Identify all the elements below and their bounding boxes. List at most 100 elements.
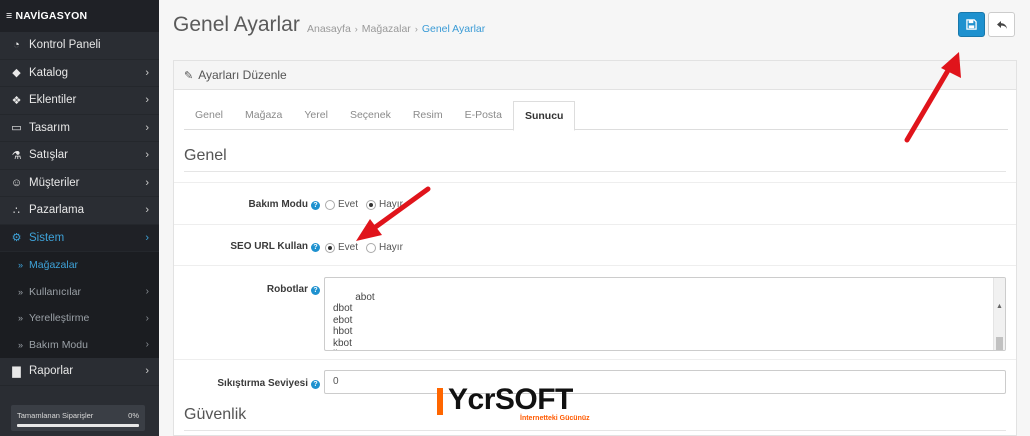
- help-icon[interactable]: ?: [311, 380, 320, 389]
- sidebar-subitem-users[interactable]: » Kullanıcılar ›: [0, 279, 159, 306]
- seo-yes-radio[interactable]: [325, 242, 335, 253]
- pencil-icon: ✎: [184, 69, 194, 82]
- sidebar-item-reports[interactable]: ▇ Raporlar ›: [0, 358, 159, 386]
- panel-heading-label: Ayarları Düzenle: [198, 68, 287, 82]
- tag-icon: ◆: [12, 67, 21, 80]
- sidebar-item-label: Müşteriler: [29, 176, 80, 189]
- user-icon: ☺: [10, 176, 23, 189]
- help-icon[interactable]: ?: [311, 286, 320, 295]
- sidebar-item-label: Pazarlama: [29, 204, 84, 217]
- sidebar: ≡ NAVİGASYON ◔ Kontrol Paneli ◆ Katalog …: [0, 0, 159, 436]
- scroll-thumb[interactable]: [996, 337, 1003, 350]
- chevron-right-icon: ›: [145, 121, 149, 134]
- page-header: Genel Ayarlar Anasayfa › Mağazalar › Genel A…: [159, 0, 1030, 52]
- compression-label: Sıkıştırma Seviyesi?: [174, 378, 320, 389]
- sidebar-item-extensions[interactable]: ❖ Eklentiler ›: [0, 87, 159, 115]
- sidebar-submenu-system: » Mağazalar » Kullanıcılar › » Yerelleşt…: [0, 252, 159, 358]
- chevron-right-icon: ›: [145, 339, 149, 351]
- reply-arrow-icon: [996, 20, 1007, 29]
- maintenance-mode-label: Bakım Modu?: [174, 199, 320, 210]
- help-icon[interactable]: ?: [311, 201, 320, 210]
- sidebar-item-design[interactable]: ▭ Tasarım ›: [0, 115, 159, 142]
- breadcrumb-home[interactable]: Anasayfa: [307, 23, 351, 35]
- sidebar-item-label: Kontrol Paneli: [29, 39, 101, 52]
- main-content: Genel Ayarlar Anasayfa › Mağazalar › Genel A…: [159, 0, 1030, 436]
- orders-progress: Tamamlanan Siparişler 0%: [11, 405, 145, 431]
- radio-label: Hayır: [379, 242, 403, 253]
- double-chevron-icon: »: [18, 286, 24, 297]
- breadcrumb-separator: ›: [354, 24, 358, 34]
- sidebar-subitem-stores[interactable]: » Mağazalar: [0, 252, 159, 279]
- double-chevron-icon: »: [18, 339, 24, 350]
- panel-heading: ✎ Ayarları Düzenle: [174, 61, 1016, 90]
- robots-textarea-value: abot dbot ebot hbot kbot lbot: [333, 291, 375, 351]
- back-button[interactable]: [988, 12, 1015, 37]
- sidebar-item-label: Katalog: [29, 66, 69, 79]
- tab-mail[interactable]: E-Posta: [454, 101, 513, 130]
- robots-row: Robotlar? abot dbot ebot hbot kbot lbot …: [174, 265, 1016, 359]
- seo-url-options: Evet Hayır: [325, 242, 411, 253]
- seo-url-row: SEO URL Kullan? Evet Hayır: [174, 224, 1016, 265]
- tab-store[interactable]: Mağaza: [234, 101, 293, 130]
- progress-bar: [17, 424, 139, 427]
- maintenance-mode-options: Evet Hayır: [325, 199, 411, 210]
- breadcrumb-stores[interactable]: Mağazalar: [362, 23, 411, 35]
- progress-label: Tamamlanan Siparişler: [17, 411, 94, 420]
- double-chevron-icon: »: [18, 313, 24, 324]
- puzzle-icon: ❖: [11, 94, 22, 107]
- save-button[interactable]: [958, 12, 985, 37]
- share-icon: ∴: [13, 204, 20, 217]
- chevron-right-icon: ›: [145, 286, 149, 298]
- chevron-right-icon: ›: [145, 176, 149, 189]
- robots-textarea[interactable]: abot dbot ebot hbot kbot lbot ▲ ▼: [324, 277, 1006, 351]
- sidebar-item-catalog[interactable]: ◆ Katalog ›: [0, 60, 159, 87]
- sidebar-item-sales[interactable]: ⚗ Satışlar ›: [0, 142, 159, 170]
- radio-label: Hayır: [379, 199, 403, 210]
- help-icon[interactable]: ?: [311, 243, 320, 252]
- chevron-right-icon: ›: [145, 204, 149, 217]
- sidebar-subitem-label: Kullanıcılar: [29, 285, 81, 298]
- sidebar-item-label: Tasarım: [29, 121, 70, 134]
- section-title-general: Genel: [184, 147, 1006, 172]
- scroll-up-icon[interactable]: ▲: [994, 301, 1005, 312]
- tab-image[interactable]: Resim: [402, 101, 454, 130]
- tab-option[interactable]: Seçenek: [339, 101, 402, 130]
- brand-watermark: YcrSOFT İnternetteki Gücünüz: [436, 383, 596, 427]
- desktop-icon: ▭: [11, 122, 22, 135]
- radio-label: Evet: [338, 199, 359, 210]
- sidebar-item-marketing[interactable]: ∴ Pazarlama ›: [0, 197, 159, 225]
- floppy-disk-icon: [966, 19, 977, 30]
- sidebar-item-system[interactable]: ⚙ Sistem ›: [0, 224, 159, 252]
- brand-logo-bar: [437, 388, 443, 415]
- sidebar-item-label: Raporlar: [29, 365, 74, 378]
- tab-server[interactable]: Sunucu: [512, 101, 576, 131]
- settings-panel: ✎ Ayarları Düzenle Genel Mağaza Yerel Se…: [173, 60, 1017, 436]
- breadcrumb-current[interactable]: Genel Ayarlar: [422, 23, 485, 35]
- sidebar-subitem-label: Yerelleştirme: [29, 312, 90, 325]
- sidebar-subitem-label: Mağazalar: [29, 259, 79, 272]
- maintenance-no-radio[interactable]: [366, 199, 377, 210]
- breadcrumb: Anasayfa › Mağazalar › Genel Ayarlar: [307, 23, 485, 35]
- textarea-scrollbar[interactable]: ▲ ▼: [993, 278, 1005, 350]
- chevron-right-icon: ›: [145, 312, 149, 324]
- bar-chart-icon: ▇: [12, 365, 21, 378]
- radio-label: Evet: [338, 242, 359, 253]
- cart-icon: ⚗: [11, 149, 22, 162]
- chevron-right-icon: ›: [145, 66, 149, 79]
- sidebar-subitem-label: Bakım Modu: [29, 338, 88, 351]
- seo-no-radio[interactable]: [366, 242, 377, 253]
- sidebar-subitem-maintenance[interactable]: » Bakım Modu ›: [0, 332, 159, 359]
- chevron-right-icon: ›: [145, 94, 149, 107]
- sidebar-item-label: Eklentiler: [29, 94, 77, 107]
- compression-level-input[interactable]: 0: [324, 370, 1006, 394]
- sidebar-subitem-localisation[interactable]: » Yerelleştirme ›: [0, 305, 159, 332]
- chevron-right-icon: ›: [145, 231, 149, 244]
- gear-icon: ⚙: [11, 232, 22, 245]
- tab-general[interactable]: Genel: [184, 101, 234, 130]
- brand-tagline: İnternetteki Gücünüz: [520, 415, 590, 422]
- sidebar-item-dashboard[interactable]: ◔ Kontrol Paneli: [0, 32, 159, 60]
- maintenance-yes-radio[interactable]: [325, 199, 335, 210]
- sidebar-item-label: Satışlar: [29, 149, 68, 162]
- sidebar-item-customers[interactable]: ☺ Müşteriler ›: [0, 170, 159, 197]
- tab-local[interactable]: Yerel: [293, 101, 339, 130]
